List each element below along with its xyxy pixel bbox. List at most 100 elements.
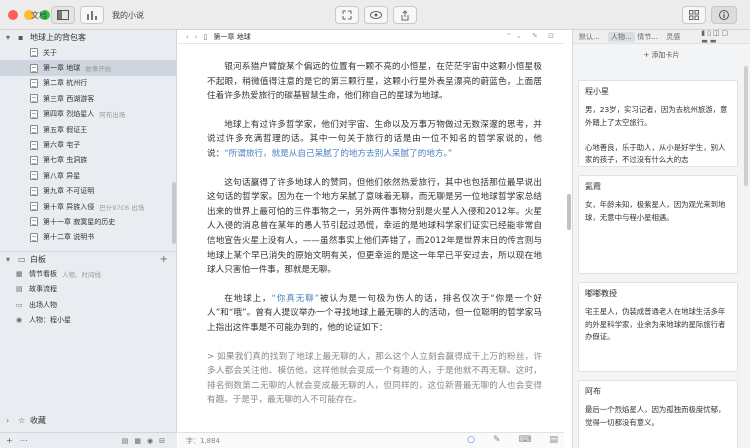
sidebar-item[interactable]: 第四章 烈焰星人 阿布出场 <box>0 107 176 122</box>
favorites-header[interactable]: › ☆ 收藏 <box>0 413 177 428</box>
character-card[interactable]: 氦霞 女，年龄未知，极紫星人，因为观光来到地球，无意中与程小星相遇。 <box>578 175 738 274</box>
character-card[interactable]: 嘟嘟教授 宅王星人，伪装成普通老人在地球生活多年的外星科学家，业余为来地球的星际旅… <box>578 282 738 372</box>
add-card-button[interactable]: + 添加卡片 <box>573 44 750 66</box>
paragraph: 在地球上，“你真无聊”被认为是一句极为伤人的话，排名仅次于“你是一个好人”和“哦… <box>207 292 542 336</box>
sidebar-item-note: 巴什97C6 出场 <box>99 203 145 212</box>
close-window-button[interactable] <box>8 9 18 20</box>
board-header[interactable]: ▾ ▭ 白板 + <box>0 251 176 266</box>
sidebar-item[interactable]: 第七章 虫洞族 <box>0 153 176 168</box>
sidebar-toggle-button[interactable] <box>51 6 75 24</box>
card-body: 最后一个烈焰星人，因为孤独而极度忧郁，觉得一切都没有意义。 <box>585 405 726 427</box>
back-icon[interactable]: ‹ <box>186 33 189 41</box>
project-name[interactable]: 我的小说 <box>112 10 144 21</box>
inspector-scrollbar[interactable] <box>744 66 748 186</box>
book-icon: ▪ <box>18 33 24 42</box>
expand-icon <box>342 10 352 20</box>
sidebar-item-label: 关于 <box>43 48 57 57</box>
board-item[interactable]: ◉ 人物：程小星 <box>0 312 176 327</box>
add-card-label: + 添加卡片 <box>643 51 680 59</box>
document-icon <box>30 109 38 119</box>
sidebar-item[interactable]: 第十一章 寂寞星的历史 <box>0 214 176 229</box>
paragraph-text: 这句话赢得了许多地球人的赞同，但他们依然热爱旅行，其中也包括那位最早说出这句话的… <box>207 177 542 276</box>
character-card[interactable]: 程小星 男，23岁，实习记者，因为去杭州旅游，意外踏上了太空旅行。 心地善良，乐于… <box>578 80 738 167</box>
sidebar-scrollbar[interactable] <box>172 182 176 244</box>
grid-view-button[interactable] <box>682 6 706 24</box>
favorites-label: 收藏 <box>30 416 46 425</box>
board-item[interactable]: ▭ 出场人物 <box>0 297 176 312</box>
board-item[interactable]: ▤ 故事流程 <box>0 281 176 296</box>
share-button[interactable] <box>393 6 417 24</box>
sidebar-item-label: 第六章 宅子 <box>43 141 81 150</box>
tab-default[interactable]: 默认... <box>579 32 606 42</box>
blockquote: > 如果我们真的找到了地球上最无聊的人，那么这个人立刻会赢得成千上万的粉丝，许多… <box>207 351 542 406</box>
editor-scroll-thumb[interactable] <box>567 194 571 230</box>
sidebar-item[interactable]: 关于 <box>0 45 176 60</box>
board-item-label: 人物：程小星 <box>29 315 71 324</box>
character-card[interactable]: 阿布 最后一个烈焰星人，因为孤独而极度忧郁，觉得一切都没有意义。 <box>578 380 738 448</box>
board-item-icon: ◉ <box>16 315 23 324</box>
forward-icon[interactable]: › <box>195 33 198 41</box>
grid-icon <box>689 10 699 20</box>
typewriter-icon[interactable]: ⌨ <box>518 435 531 445</box>
board-item-icon: ▤ <box>16 285 23 294</box>
editor-header-tools-icon[interactable]: ⌃⌄ ✎ ⊡ <box>506 32 558 40</box>
board-item[interactable]: ▦ 情节看板 人物、时间线 <box>0 266 176 281</box>
tab-inspiration[interactable]: 灵感 <box>666 32 693 42</box>
sidebar: ▾ ▪ 地球上的背包客 关于 第一章 地球 故事开始 第二章 杭州行 第三章 西湖游客第… <box>0 30 177 448</box>
document-icon <box>30 202 38 212</box>
board-item-label: 出场人物 <box>29 300 57 309</box>
sidebar-item-label: 第十二章 说明书 <box>43 233 95 242</box>
eye-icon <box>370 11 382 19</box>
add-icon[interactable]: + <box>6 436 13 445</box>
sidebar-item[interactable]: 第十章 异族入侵 巴什97C6 出场 <box>0 199 176 214</box>
focus-mode-button[interactable] <box>335 6 359 24</box>
sidebar-item-label: 第一章 地球 <box>43 64 81 73</box>
disclosure-down-icon[interactable]: ▾ <box>6 255 14 264</box>
add-board-icon[interactable]: + <box>160 254 168 265</box>
sidebar-footer: + ⋯ ▤▦◉⊟ <box>0 432 177 448</box>
card-body: 宅王星人，伪装成普通老人在地球生活多年的外星科学家，业余为来地球的星际旅行者办假… <box>585 307 726 341</box>
sidebar-item[interactable]: 第一章 地球 故事开始 <box>0 60 176 76</box>
editor-footer: 字：1,884 ○ ✎ ⌨ ▤ <box>178 432 564 448</box>
board-icon: ▭ <box>18 254 26 264</box>
preview-button[interactable] <box>364 6 388 24</box>
document-icon <box>30 186 38 196</box>
sidebar-item[interactable]: 第十二章 说明书 <box>0 230 176 245</box>
share-icon <box>401 9 409 20</box>
project-header[interactable]: ▾ ▪ 地球上的背包客 <box>0 30 176 45</box>
sidebar-item-label: 第二章 杭州行 <box>43 79 88 88</box>
document-icon <box>30 78 38 88</box>
tab-plot[interactable]: 情节... <box>637 32 664 42</box>
project-header-label: 地球上的背包客 <box>30 33 86 42</box>
sidebar-item[interactable]: 第八章 异星 <box>0 168 176 183</box>
sidebar-item[interactable]: 第二章 杭州行 <box>0 76 176 91</box>
sidebar-item-label: 第十章 异族入侵 <box>43 202 95 211</box>
document-icon <box>30 155 38 165</box>
sidebar-item[interactable]: 第五章 假证王 <box>0 122 176 137</box>
document-icon <box>30 140 38 150</box>
stats-button[interactable] <box>80 6 104 24</box>
title-bar: 文档 我的小说 <box>0 0 750 30</box>
card-body: 女，年龄未知，极紫星人，因为观光来到地球，无意中与程小星相遇。 <box>585 200 726 222</box>
sidebar-icon <box>57 10 69 20</box>
chapter-list: 关于 第一章 地球 故事开始 第二章 杭州行 第三章 西湖游客 第四章 烈焰星人 阿布出场第… <box>0 45 176 245</box>
format-icon[interactable]: ▤ <box>549 435 558 445</box>
document-icon <box>30 232 38 242</box>
goal-ring-icon[interactable]: ○ <box>467 435 475 445</box>
more-icon[interactable]: ⋯ <box>20 436 28 445</box>
tab-characters[interactable]: 人物... <box>608 31 636 42</box>
sidebar-item-label: 第九章 不可证明 <box>43 187 95 196</box>
disclosure-right-icon[interactable]: › <box>6 416 14 425</box>
sidebar-item[interactable]: 第三章 西湖游客 <box>0 91 176 106</box>
inspector-tabs: 默认... 人物... 情节... 灵感 ▮▯◫▢ ▬▬ <box>573 29 750 45</box>
document-icon <box>30 171 38 181</box>
inspector-tool-icons[interactable]: ▮▯◫▢ ▬▬ <box>701 29 750 45</box>
pen-icon[interactable]: ✎ <box>493 435 501 445</box>
editor-body[interactable]: 银河系猎户臂旋某个偏远的位置有一颗不亮的小恒星，在茫茫宇宙中这颗小恒星极不起眼，… <box>178 44 564 430</box>
disclosure-down-icon[interactable]: ▾ <box>6 33 14 42</box>
sidebar-tools-icon[interactable]: ▤▦◉⊟ <box>122 437 171 445</box>
inspector-button[interactable] <box>711 6 737 24</box>
sidebar-item[interactable]: 第九章 不可证明 <box>0 184 176 199</box>
sidebar-item[interactable]: 第六章 宅子 <box>0 137 176 152</box>
highlighted-text: “你真无聊” <box>271 293 320 304</box>
